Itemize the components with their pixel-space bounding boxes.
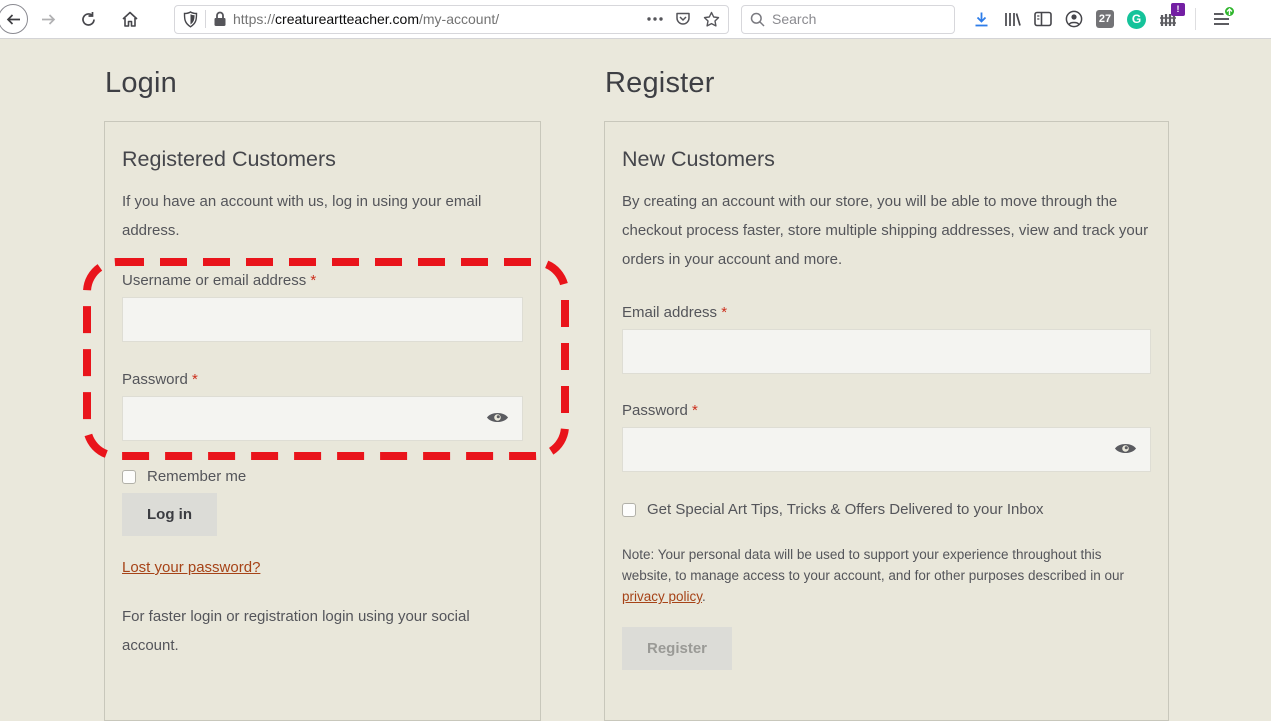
library-icon[interactable] (1003, 11, 1021, 28)
required-asterisk: * (692, 402, 698, 419)
username-label: Username or email address * (122, 272, 317, 289)
shield-icon[interactable] (183, 10, 198, 28)
url-path: /my-account/ (419, 11, 500, 27)
page-actions-icon[interactable] (647, 17, 663, 21)
url-domain: creatureartteacher.com (275, 11, 419, 27)
register-password-input[interactable] (622, 427, 1151, 472)
grammarly-icon[interactable]: G (1127, 9, 1146, 29)
email-input[interactable] (622, 329, 1151, 374)
lost-password-link[interactable]: Lost your password? (122, 559, 260, 576)
url-bar[interactable]: https://creatureartteacher.com/my-accoun… (174, 4, 729, 34)
remember-me-row[interactable]: Remember me (122, 468, 523, 485)
back-icon (0, 4, 28, 34)
username-input[interactable] (122, 297, 523, 342)
required-asterisk: * (721, 304, 728, 321)
home-icon (121, 11, 139, 28)
privacy-policy-link[interactable]: privacy policy (622, 589, 702, 604)
lock-icon[interactable] (213, 11, 227, 27)
update-available-badge (1223, 5, 1236, 18)
sidebar-icon[interactable] (1034, 11, 1052, 27)
extension-alert-badge: ! (1171, 2, 1185, 16)
home-button[interactable] (114, 3, 146, 35)
fence-extension-icon[interactable]: ! (1159, 2, 1185, 28)
bookmark-star-icon[interactable] (703, 11, 720, 28)
search-input[interactable] (772, 11, 922, 27)
register-button[interactable]: Register (622, 627, 733, 670)
login-card: Registered Customers If you have an acco… (104, 121, 541, 721)
search-icon (750, 12, 765, 27)
login-card-title: Registered Customers (122, 147, 336, 171)
social-login-text: For faster login or registration login u… (122, 608, 470, 654)
required-asterisk: * (192, 371, 198, 388)
refresh-button[interactable] (72, 3, 104, 35)
urlbar-separator (205, 10, 206, 28)
url-scheme: https:// (233, 11, 276, 27)
search-bar[interactable] (741, 4, 955, 34)
toolbar-divider (1195, 8, 1196, 30)
register-password-label: Password * (622, 402, 698, 419)
login-password-label: Password * (122, 371, 198, 388)
login-password-input[interactable] (122, 396, 523, 441)
remember-me-label: Remember me (147, 468, 247, 485)
register-card-title: New Customers (622, 147, 775, 171)
login-section-title: Login (105, 67, 177, 99)
login-intro-text: If you have an account with us, log in u… (122, 193, 482, 239)
privacy-note: Note: Your personal data will be used to… (622, 547, 1125, 604)
newsletter-checkbox[interactable] (622, 502, 636, 517)
login-button[interactable]: Log in (122, 493, 217, 536)
register-section-title: Register (605, 67, 715, 99)
forward-icon (40, 11, 57, 28)
pocket-icon[interactable] (675, 11, 691, 27)
remember-me-checkbox[interactable] (122, 469, 136, 484)
newsletter-label: Get Special Art Tips, Tricks & Offers De… (647, 501, 1044, 518)
password-reveal-eye-icon[interactable] (1114, 441, 1137, 456)
extension-27-icon[interactable]: 27 (1096, 10, 1114, 28)
refresh-icon (80, 11, 97, 28)
downloads-icon[interactable] (973, 11, 990, 28)
newsletter-opt-in-row[interactable]: Get Special Art Tips, Tricks & Offers De… (622, 501, 1151, 518)
url-text: https://creatureartteacher.com/my-accoun… (233, 11, 639, 27)
account-icon[interactable] (1065, 10, 1083, 28)
email-label: Email address * (622, 304, 728, 321)
password-reveal-eye-icon[interactable] (486, 410, 509, 425)
back-button[interactable] (0, 3, 32, 35)
menu-button[interactable] (1213, 5, 1236, 26)
register-intro-text: By creating an account with our store, y… (622, 193, 1149, 268)
forward-button[interactable] (32, 3, 64, 35)
browser-toolbar: https://creatureartteacher.com/my-accoun… (0, 0, 1271, 39)
register-card: New Customers By creating an account wit… (604, 121, 1169, 721)
required-asterisk: * (310, 272, 317, 289)
